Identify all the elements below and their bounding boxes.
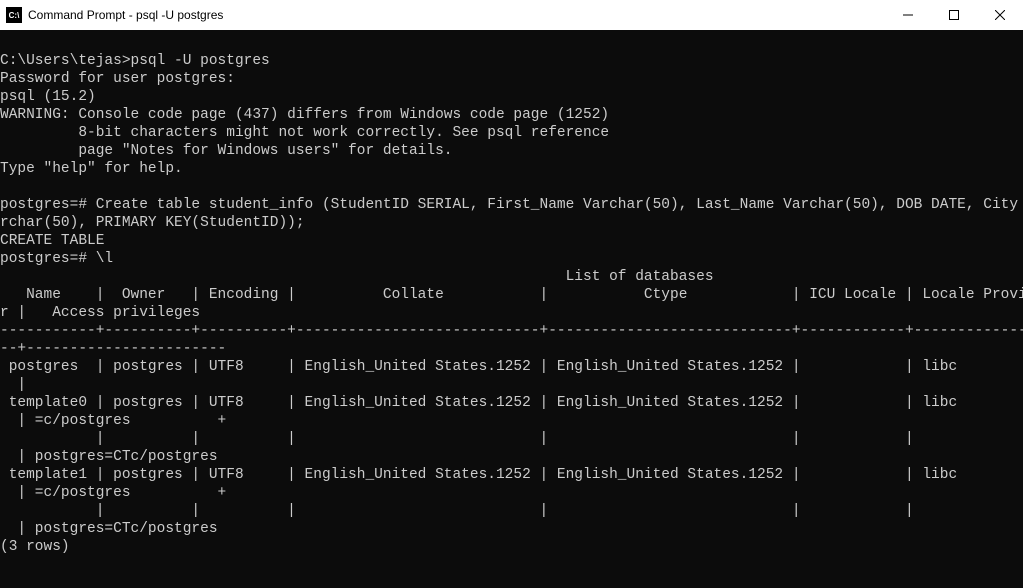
db-list-separator-2: --+----------------------- <box>0 341 226 357</box>
minimize-icon <box>903 10 913 20</box>
close-button[interactable] <box>977 0 1023 30</box>
sql-create-line-2: rchar(50), PRIMARY KEY(StudentID)); <box>0 215 305 231</box>
titlebar[interactable]: C:\ Command Prompt - psql -U postgres <box>0 0 1023 30</box>
db-list-header-1: Name | Owner | Encoding | Collate | Ctyp… <box>0 287 1023 303</box>
db-row-template1-3: | | | | | | <box>0 503 914 519</box>
prompt-line: C:\Users\tejas>psql -U postgres <box>0 53 270 69</box>
db-row-template1-2: | =c/postgres + <box>0 485 226 501</box>
maximize-button[interactable] <box>931 0 977 30</box>
terminal-output[interactable]: C:\Users\tejas>psql -U postgres Password… <box>0 30 1023 556</box>
db-row-postgres-2: | <box>0 377 26 393</box>
password-prompt: Password for user postgres: <box>0 71 235 87</box>
psql-version: psql (15.2) <box>0 89 96 105</box>
db-row-template0-4: | postgres=CTc/postgres <box>0 449 218 465</box>
db-row-template0-2: | =c/postgres + <box>0 413 226 429</box>
close-icon <box>995 10 1005 20</box>
db-list-title: List of databases <box>0 269 714 285</box>
minimize-button[interactable] <box>885 0 931 30</box>
db-row-template0-1: template0 | postgres | UTF8 | English_Un… <box>0 395 957 411</box>
db-row-postgres-1: postgres | postgres | UTF8 | English_Uni… <box>0 359 957 375</box>
db-row-template0-3: | | | | | | <box>0 431 914 447</box>
db-row-template1-1: template1 | postgres | UTF8 | English_Un… <box>0 467 957 483</box>
window-title: Command Prompt - psql -U postgres <box>28 8 223 22</box>
db-list-separator-1: -----------+----------+----------+------… <box>0 323 1023 339</box>
db-list-header-2: r | Access privileges <box>0 305 200 321</box>
codepage-warning-1: WARNING: Console code page (437) differs… <box>0 107 609 123</box>
db-row-template1-4: | postgres=CTc/postgres <box>0 521 218 537</box>
create-table-result: CREATE TABLE <box>0 233 104 249</box>
help-hint: Type "help" for help. <box>0 161 183 177</box>
cmd-icon: C:\ <box>6 7 22 23</box>
codepage-warning-2: 8-bit characters might not work correctl… <box>0 125 609 141</box>
sql-create-line-1: postgres=# Create table student_info (St… <box>0 197 1023 213</box>
db-row-count: (3 rows) <box>0 539 70 555</box>
maximize-icon <box>949 10 959 20</box>
list-databases-cmd: postgres=# \l <box>0 251 113 267</box>
codepage-warning-3: page "Notes for Windows users" for detai… <box>0 143 452 159</box>
